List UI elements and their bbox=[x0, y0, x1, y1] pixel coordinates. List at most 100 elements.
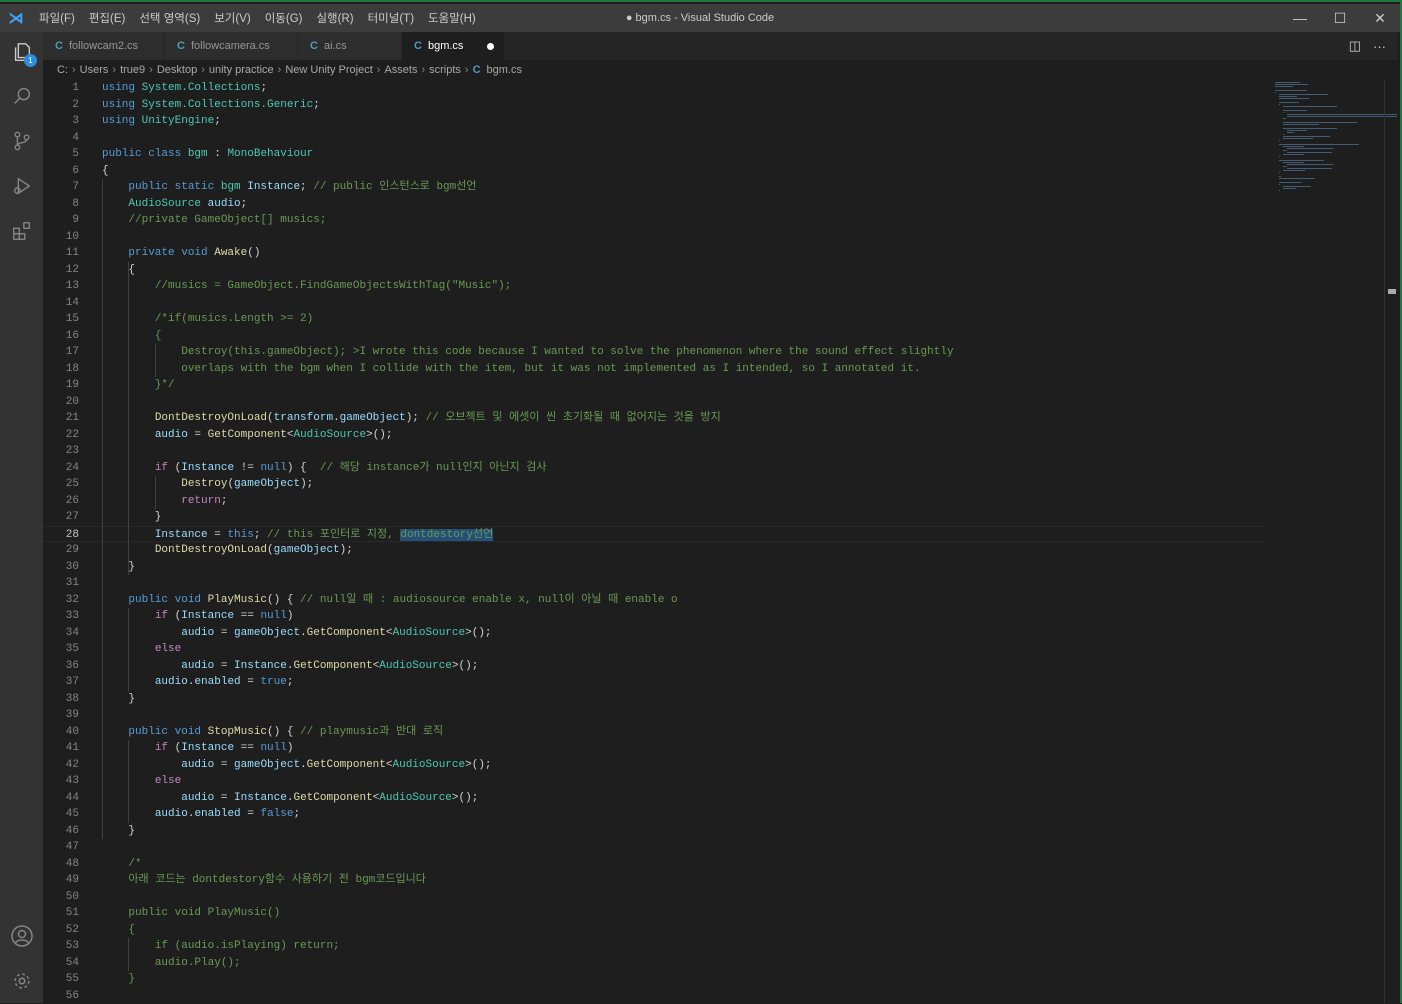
breadcrumb-item[interactable]: Users bbox=[80, 64, 109, 76]
maximize-button[interactable]: ☐ bbox=[1320, 4, 1360, 32]
code-line[interactable]: 53 if (audio.isPlaying) return; bbox=[43, 938, 1265, 955]
code-line[interactable]: 48 /* bbox=[43, 856, 1265, 873]
close-button[interactable]: ✕ bbox=[1360, 4, 1400, 32]
code-line[interactable]: 38 } bbox=[43, 691, 1265, 708]
code-line[interactable]: 24 if (Instance != null) { // 해당 instanc… bbox=[43, 460, 1265, 477]
code-line[interactable]: 23 bbox=[43, 443, 1265, 460]
code-line[interactable]: 40 public void StopMusic() { // playmusi… bbox=[43, 724, 1265, 741]
search-icon[interactable] bbox=[0, 76, 43, 116]
tab-ai-cs[interactable]: Cai.cs bbox=[298, 32, 402, 60]
account-icon[interactable] bbox=[0, 916, 43, 956]
breadcrumb-item[interactable]: unity practice bbox=[209, 64, 274, 76]
breadcrumb-item[interactable]: scripts bbox=[429, 64, 461, 76]
code-line[interactable]: 15 /*if(musics.Length >= 2) bbox=[43, 311, 1265, 328]
extensions-icon[interactable] bbox=[0, 211, 43, 251]
code-line[interactable]: 10 bbox=[43, 229, 1265, 246]
menu-item[interactable]: 파일(F) bbox=[32, 10, 82, 26]
code-line[interactable]: 12 { bbox=[43, 262, 1265, 279]
tab-followcamera-cs[interactable]: Cfollowcamera.cs bbox=[165, 32, 298, 60]
code-line[interactable]: 39 bbox=[43, 707, 1265, 724]
code-line[interactable]: 8 AudioSource audio; bbox=[43, 196, 1265, 213]
breadcrumb-item[interactable]: Desktop bbox=[157, 64, 197, 76]
code-line[interactable]: 28 Instance = this; // this 포인터로 지정, don… bbox=[43, 526, 1265, 543]
tab-bgm-cs[interactable]: Cbgm.cs bbox=[402, 32, 505, 60]
code-line[interactable]: 7 public static bgm Instance; // public … bbox=[43, 179, 1265, 196]
code-line[interactable]: 14 bbox=[43, 295, 1265, 312]
code-line[interactable]: 11 private void Awake() bbox=[43, 245, 1265, 262]
code-editor[interactable]: 1using System.Collections;2using System.… bbox=[43, 80, 1398, 1003]
menu-item[interactable]: 이동(G) bbox=[258, 10, 310, 26]
code-line[interactable]: 33 if (Instance == null) bbox=[43, 608, 1265, 625]
code-line[interactable]: 27 } bbox=[43, 509, 1265, 526]
code-line[interactable]: 32 public void PlayMusic() { // null일 때 … bbox=[43, 592, 1265, 609]
split-editor-icon[interactable]: ◫ bbox=[1349, 38, 1361, 54]
run-debug-icon[interactable] bbox=[0, 166, 43, 206]
code-token: bgm bbox=[188, 148, 208, 160]
breadcrumb-item[interactable]: New Unity Project bbox=[285, 64, 372, 76]
more-actions-icon[interactable]: ··· bbox=[1373, 39, 1386, 54]
code-line[interactable]: 21 DontDestroyOnLoad(transform.gameObjec… bbox=[43, 410, 1265, 427]
code-line[interactable]: 5public class bgm : MonoBehaviour bbox=[43, 146, 1265, 163]
code-line[interactable]: 1using System.Collections; bbox=[43, 80, 1265, 97]
code-line[interactable]: 3using UnityEngine; bbox=[43, 113, 1265, 130]
code-line[interactable]: 49 아래 코드는 dontdestory함수 사용하기 전 bgm코드입니다 bbox=[43, 872, 1265, 889]
code-line[interactable]: 20 bbox=[43, 394, 1265, 411]
minimap[interactable] bbox=[1265, 80, 1385, 220]
code-line[interactable]: 51 public void PlayMusic() bbox=[43, 905, 1265, 922]
code-line[interactable]: 29 DontDestroyOnLoad(gameObject); bbox=[43, 542, 1265, 559]
code-line[interactable]: 25 Destroy(gameObject); bbox=[43, 476, 1265, 493]
code-token: = bbox=[208, 529, 228, 541]
code-token: < bbox=[386, 759, 393, 771]
code-line[interactable]: 9 //private GameObject[] musics; bbox=[43, 212, 1265, 229]
vertical-scrollbar[interactable] bbox=[1384, 80, 1398, 1003]
code-line[interactable]: 26 return; bbox=[43, 493, 1265, 510]
code-line[interactable]: 45 audio.enabled = false; bbox=[43, 806, 1265, 823]
line-number: 26 bbox=[43, 493, 79, 510]
menu-item[interactable]: 보기(V) bbox=[207, 10, 258, 26]
code-line[interactable]: 19 }*/ bbox=[43, 377, 1265, 394]
explorer-icon[interactable]: 1 bbox=[0, 32, 43, 72]
code-line[interactable]: 35 else bbox=[43, 641, 1265, 658]
code-line[interactable]: 16 { bbox=[43, 328, 1265, 345]
code-line[interactable]: 55 } bbox=[43, 971, 1265, 988]
code-line[interactable]: 36 audio = Instance.GetComponent<AudioSo… bbox=[43, 658, 1265, 675]
code-line[interactable]: 46 } bbox=[43, 823, 1265, 840]
code-line[interactable]: 6{ bbox=[43, 163, 1265, 180]
code-line[interactable]: 54 audio.Play(); bbox=[43, 955, 1265, 972]
code-line[interactable]: 43 else bbox=[43, 773, 1265, 790]
code-line[interactable]: 52 { bbox=[43, 922, 1265, 939]
settings-gear-icon[interactable] bbox=[0, 961, 43, 1001]
code-line[interactable]: 2using System.Collections.Generic; bbox=[43, 97, 1265, 114]
unsaved-dot-icon[interactable] bbox=[487, 43, 494, 50]
code-line[interactable]: 31 bbox=[43, 575, 1265, 592]
minimize-button[interactable]: — bbox=[1280, 4, 1320, 32]
code-line[interactable]: 13 //musics = GameObject.FindGameObjects… bbox=[43, 278, 1265, 295]
breadcrumb-item[interactable]: C: bbox=[57, 64, 68, 76]
code-line[interactable]: 41 if (Instance == null) bbox=[43, 740, 1265, 757]
code-line[interactable]: 50 bbox=[43, 889, 1265, 906]
code-line[interactable]: 42 audio = gameObject.GetComponent<Audio… bbox=[43, 757, 1265, 774]
indent-guide bbox=[155, 476, 156, 509]
breadcrumb-item[interactable]: Assets bbox=[384, 64, 417, 76]
code-line[interactable]: 4 bbox=[43, 130, 1265, 147]
code-line[interactable]: 34 audio = gameObject.GetComponent<Audio… bbox=[43, 625, 1265, 642]
code-line[interactable]: 17 Destroy(this.gameObject); >I wrote th… bbox=[43, 344, 1265, 361]
breadcrumb-item[interactable]: bgm.cs bbox=[487, 64, 522, 76]
menu-item[interactable]: 편집(E) bbox=[82, 10, 133, 26]
code-line[interactable]: 47 bbox=[43, 839, 1265, 856]
code-line[interactable]: 18 overlaps with the bgm when I collide … bbox=[43, 361, 1265, 378]
code-line[interactable]: 30 } bbox=[43, 559, 1265, 576]
breadcrumb-item[interactable]: true9 bbox=[120, 64, 145, 76]
code-line[interactable]: 37 audio.enabled = true; bbox=[43, 674, 1265, 691]
tab-followcam2-cs[interactable]: Cfollowcam2.cs bbox=[43, 32, 165, 60]
code-line[interactable]: 22 audio = GetComponent<AudioSource>(); bbox=[43, 427, 1265, 444]
menu-item[interactable]: 터미널(T) bbox=[361, 10, 421, 26]
code-token: >(); bbox=[465, 627, 491, 639]
code-line[interactable]: 44 audio = Instance.GetComponent<AudioSo… bbox=[43, 790, 1265, 807]
menu-item[interactable]: 실행(R) bbox=[309, 10, 360, 26]
source-control-icon[interactable] bbox=[0, 121, 43, 161]
menu-item[interactable]: 도움말(H) bbox=[421, 10, 483, 26]
minimap-line bbox=[1287, 132, 1294, 133]
code-line[interactable]: 56 bbox=[43, 988, 1265, 1004]
menu-item[interactable]: 선택 영역(S) bbox=[132, 10, 207, 26]
